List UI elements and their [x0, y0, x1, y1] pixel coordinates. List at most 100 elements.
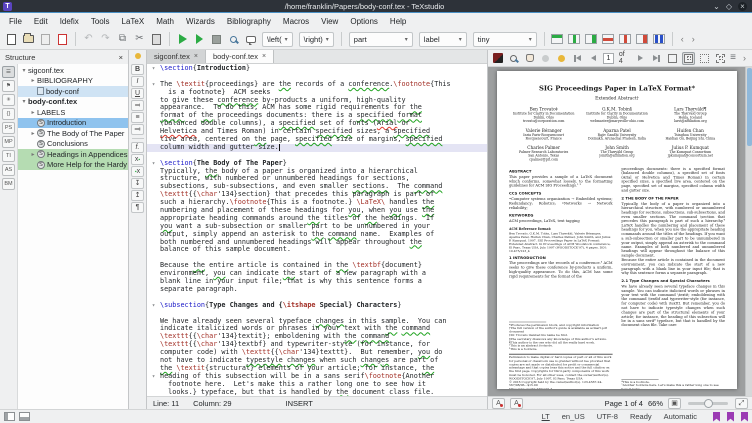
structure-close-icon[interactable]: × — [119, 53, 123, 62]
fold-margin[interactable] — [147, 112, 160, 120]
language-status[interactable]: en_US — [562, 412, 585, 421]
fold-margin[interactable] — [147, 89, 160, 97]
pdf-scrollbar[interactable] — [745, 67, 752, 396]
side-tab-as[interactable]: AS — [2, 164, 15, 176]
side-tab-brackets[interactable]: {} — [2, 108, 15, 120]
side-tab-ps[interactable]: PS — [2, 122, 15, 134]
pdf-expand-icon[interactable]: › — [740, 53, 749, 63]
menu-math[interactable]: Math — [150, 15, 180, 28]
fold-margin[interactable] — [147, 239, 160, 247]
code-line-11[interactable]: column width and gutter size. — [147, 144, 487, 152]
menu-tools[interactable]: Tools — [85, 15, 116, 28]
paste-button[interactable] — [149, 32, 164, 47]
fold-margin[interactable] — [147, 128, 160, 136]
copy-button[interactable]: ⧉ — [115, 32, 130, 47]
menu-view[interactable]: View — [315, 15, 344, 28]
align-left-icon[interactable]: ⫤ — [131, 100, 144, 111]
menu-options[interactable]: Options — [344, 15, 384, 28]
side-tab-symbols[interactable]: ✳ — [2, 94, 15, 106]
superscript-button[interactable]: ▪x — [131, 166, 144, 177]
code-line-42[interactable]: looks.} typeface, but that is handled by… — [147, 389, 487, 396]
code-line-31[interactable]: ▾\subsection{Type Changes and {\itshape … — [147, 302, 487, 310]
misc-format-icon[interactable]: ¶ — [131, 202, 144, 213]
fold-margin[interactable] — [147, 270, 160, 278]
build-and-view-button[interactable] — [175, 32, 190, 47]
fold-margin[interactable] — [147, 365, 160, 373]
redo-button[interactable]: ↷ — [98, 32, 113, 47]
next-button[interactable]: › — [689, 34, 698, 44]
side-tab-ti[interactable]: TI — [2, 150, 15, 162]
tab-close-icon[interactable]: × — [194, 53, 198, 60]
tree-item-sigconf-tex[interactable]: ▾sigconf.tex — [18, 65, 128, 76]
tree-item-headings-in-appendices[interactable]: ▸SHeadings in Appendices — [18, 149, 128, 160]
table-sort-icon[interactable] — [652, 32, 667, 47]
tree-item-labels[interactable]: ▸LABELS — [18, 107, 128, 118]
fit-width-button[interactable] — [682, 52, 695, 65]
last-page-button[interactable] — [650, 52, 663, 65]
menu-help[interactable]: Help — [384, 15, 412, 28]
view-pdf-button[interactable] — [226, 32, 241, 47]
fold-margin[interactable] — [147, 207, 160, 215]
code-line-24[interactable]: balance of this sample document. — [147, 246, 487, 254]
fullscreen-button[interactable]: ⤢ — [735, 398, 748, 409]
fold-margin[interactable] — [147, 357, 160, 365]
pdf-font-option-icon[interactable]: A — [492, 398, 505, 409]
pdf-forward-icon[interactable] — [555, 52, 568, 65]
bookmark-icon-2[interactable] — [727, 412, 734, 422]
table-paste-column-icon[interactable] — [584, 32, 599, 47]
table-remove-row-icon[interactable] — [601, 32, 616, 47]
expander-icon[interactable]: ▸ — [29, 109, 37, 116]
menu-file[interactable]: File — [3, 15, 28, 28]
fold-margin[interactable] — [147, 231, 160, 239]
code-line-1[interactable]: ▾\section{Introduction} — [147, 65, 487, 73]
menu-idefix[interactable]: Idefix — [54, 15, 85, 28]
editor-code[interactable]: ▾\section{Introduction}▾The \textit{proc… — [147, 64, 487, 396]
sectioning-dropdown[interactable]: part▾ — [349, 32, 413, 47]
tree-item-the-body-of-the-paper[interactable]: ▸SThe Body of The Paper — [18, 128, 128, 139]
fold-margin[interactable] — [147, 104, 160, 112]
open-file-button[interactable] — [21, 32, 36, 47]
menu-latex[interactable]: LaTeX — [116, 15, 151, 28]
tree-item-body-conf-tex[interactable]: ▾body-conf.tex — [18, 97, 128, 108]
tree-item-bibliography[interactable]: ▸BIBLIOGRAPHY — [18, 76, 128, 87]
arrow-up-icon[interactable]: ↥ — [131, 190, 144, 201]
languagetool-status[interactable]: LT — [542, 412, 550, 421]
fontsize-dropdown[interactable]: tiny▾ — [473, 32, 537, 47]
zoom-slider[interactable] — [688, 402, 728, 405]
fold-margin[interactable] — [147, 199, 160, 207]
menu-edit[interactable]: Edit — [28, 15, 54, 28]
fold-margin[interactable] — [147, 262, 160, 270]
tab-close-icon[interactable]: × — [262, 53, 266, 60]
fold-margin[interactable] — [147, 97, 160, 105]
fold-margin[interactable] — [147, 286, 160, 294]
pdf-scroll-hand-icon[interactable] — [523, 52, 536, 65]
align-center-icon[interactable]: ≡ — [131, 112, 144, 123]
encoding-status[interactable]: UTF-8 — [597, 412, 618, 421]
fold-margin[interactable] — [147, 73, 160, 81]
fold-marker-icon[interactable]: ▾ — [147, 65, 160, 73]
table-add-column-icon[interactable] — [567, 32, 582, 47]
stop-button[interactable] — [209, 32, 224, 47]
fold-margin[interactable] — [147, 294, 160, 302]
minimize-button[interactable]: ⌄ — [713, 2, 720, 11]
subscript-button[interactable]: x▪ — [131, 154, 144, 165]
bookmark-icon-3[interactable] — [741, 412, 748, 422]
close-button[interactable]: × — [738, 2, 747, 11]
arrow-down-icon[interactable]: ↧ — [131, 178, 144, 189]
left-delimiter-dropdown[interactable]: \left(▾ — [262, 32, 293, 47]
table-add-row-icon[interactable] — [550, 32, 565, 47]
typewriter-button[interactable]: f. — [131, 142, 144, 153]
fit-page-button[interactable] — [698, 52, 711, 65]
code-line-29[interactable]: separate paragraph. — [147, 286, 487, 294]
expander-icon[interactable]: ▸ — [29, 130, 37, 137]
log-button[interactable] — [243, 32, 258, 47]
pdf-menu-icon[interactable]: ≡ — [730, 53, 736, 63]
fold-margin[interactable] — [147, 191, 160, 199]
pdf-magnifier-icon[interactable] — [507, 52, 520, 65]
fit-window-button[interactable] — [666, 52, 679, 65]
expander-icon[interactable]: ▸ — [29, 151, 37, 158]
underline-button[interactable]: U — [131, 88, 144, 99]
pdf-document-icon[interactable] — [491, 52, 504, 65]
maximize-button[interactable]: ◇ — [726, 2, 732, 11]
side-tab-structure[interactable]: ☰ — [2, 66, 15, 78]
